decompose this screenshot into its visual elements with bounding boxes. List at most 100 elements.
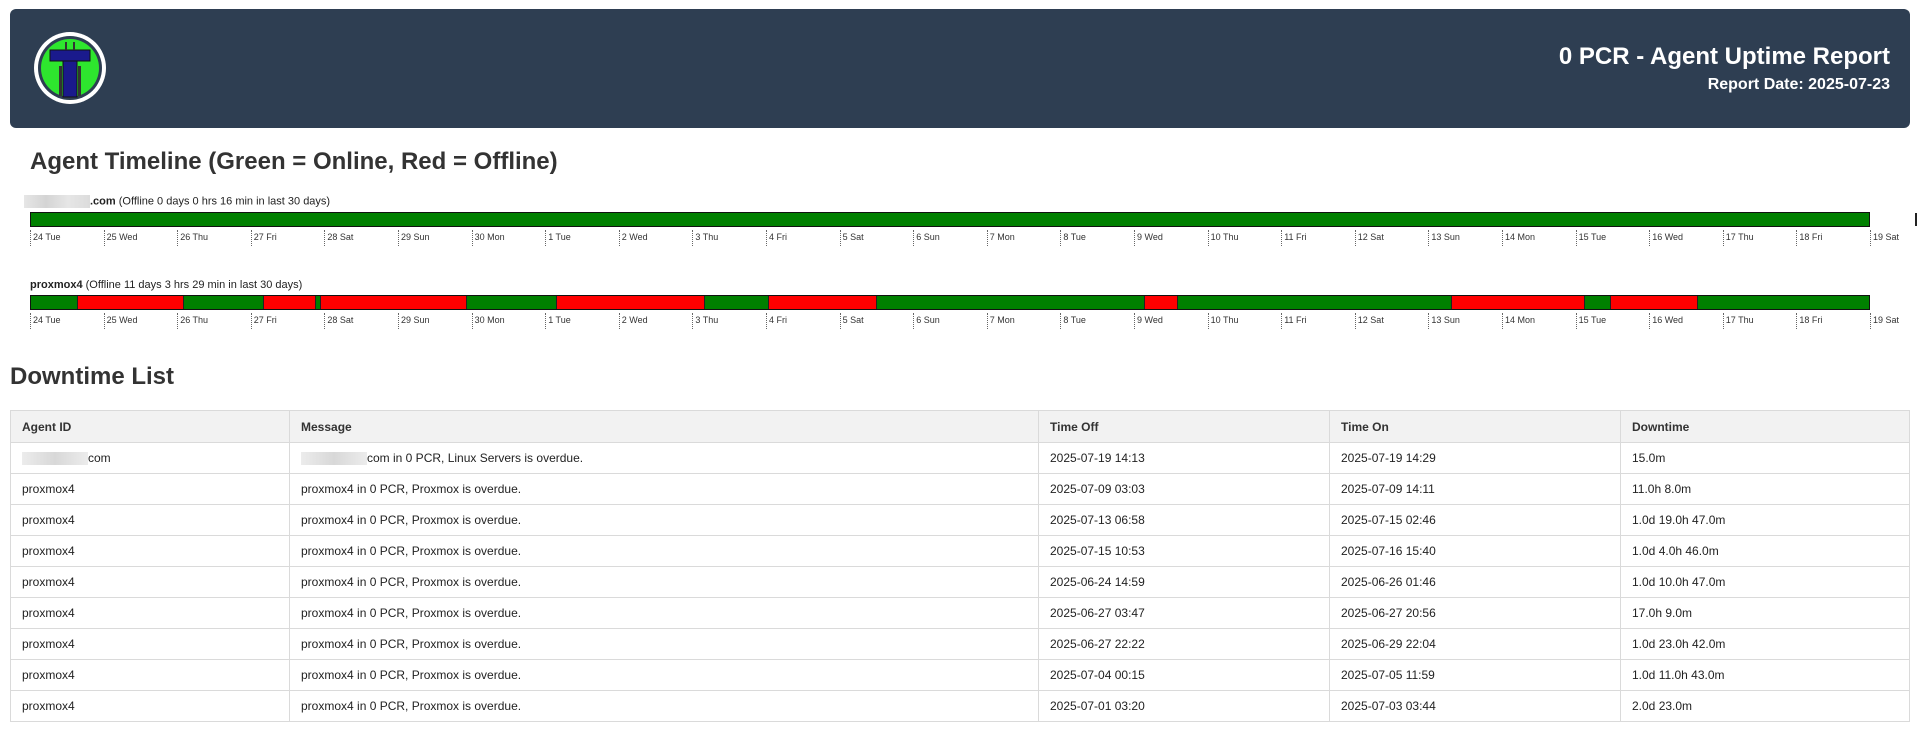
day-tick-label: 18 Fri [1796, 230, 1822, 246]
cell-time-off-text: 2025-06-27 22:22 [1050, 637, 1145, 651]
day-tick-label: 16 Wed [1649, 230, 1683, 246]
day-tick-label: 12 Sat [1354, 313, 1384, 329]
cell-time-off-text: 2025-07-19 14:13 [1050, 451, 1145, 465]
cell-message: proxmox4 in 0 PCR, Proxmox is overdue. [289, 535, 1039, 567]
cell-time-on-text: 2025-07-05 11:59 [1341, 668, 1435, 682]
cell-time-off: 2025-07-01 03:20 [1038, 690, 1330, 722]
day-tick-label: 5 Sat [839, 230, 864, 246]
cell-message: proxmox4 in 0 PCR, Proxmox is overdue. [289, 690, 1039, 722]
timeline-axis: 24 Tue 25 Wed 26 Thu 27 Fri 28 Sat 29 Sun 30 M… [30, 230, 1899, 248]
cell-agent-id: proxmox4 [10, 628, 290, 660]
day-tick-label: 11 Fri [1281, 230, 1307, 246]
cell-agent-id: proxmox4 [10, 597, 290, 629]
day-tick-label: 10 Thu [1207, 313, 1238, 329]
table-row: proxmox4 proxmox4 in 0 PCR, Proxmox is ov… [10, 628, 1910, 660]
cell-downtime-text: 1.0d 10.0h 47.0m [1632, 575, 1726, 589]
day-tick-label: 8 Tue [1060, 230, 1086, 246]
cell-downtime-text: 1.0d 23.0h 42.0m [1632, 637, 1726, 651]
agent-summary-1: (Offline 0 days 0 hrs 16 min in last 30 … [118, 195, 331, 208]
timeline-title: Agent Timeline (Green = Online, Red = Of… [30, 148, 558, 175]
cell-time-on-text: 2025-06-27 20:56 [1341, 606, 1436, 620]
day-tick-label: 13 Sun [1428, 313, 1460, 329]
cell-agent-id-text: proxmox4 [22, 668, 75, 682]
downtime-list-title: Downtime List [10, 363, 175, 390]
table-row: proxmox4 proxmox4 in 0 PCR, Proxmox is ov… [10, 473, 1910, 505]
day-tick-label: 27 Fri [250, 230, 277, 246]
day-tick-label: 3 Thu [692, 313, 718, 329]
day-tick-label: 28 Sat [324, 230, 353, 246]
cell-time-off-text: 2025-07-13 06:58 [1050, 513, 1145, 527]
col-header-time-on: Time On [1329, 410, 1621, 443]
day-tick-label: 5 Sat [839, 313, 864, 329]
cell-downtime-text: 1.0d 4.0h 46.0m [1632, 544, 1719, 558]
cell-agent-id: proxmox4 [10, 535, 290, 567]
day-tick-label: 4 Fri [766, 230, 787, 246]
cell-downtime-text: 2.0d 23.0m [1632, 699, 1693, 713]
cell-time-on-text: 2025-06-29 22:04 [1341, 637, 1436, 651]
agent-name-1: .com [90, 195, 116, 208]
cell-time-off: 2025-07-13 06:58 [1038, 504, 1330, 536]
cell-agent-id-text: proxmox4 [22, 606, 75, 620]
report-title: 0 PCR - Agent Uptime Report [1558, 43, 1890, 70]
cell-time-on-text: 2025-07-03 03:44 [1341, 699, 1436, 713]
agent-summary-2: (Offline 11 days 3 hrs 29 min in last 30… [85, 279, 303, 291]
col-header-time-off: Time Off [1038, 410, 1330, 443]
cell-agent-id-text: proxmox4 [22, 637, 75, 651]
cell-downtime-text: 15.0m [1632, 451, 1666, 465]
day-tick-label: 14 Mon [1502, 313, 1535, 329]
cell-time-off: 2025-07-15 10:53 [1038, 535, 1330, 567]
offline-segment [263, 296, 316, 309]
day-tick-label: 9 Wed [1134, 230, 1163, 246]
cell-time-on: 2025-07-19 14:29 [1329, 442, 1621, 474]
cell-message-text: proxmox4 in 0 PCR, Proxmox is overdue. [301, 544, 522, 558]
day-tick-label: 2 Wed [618, 313, 648, 329]
agent-timeline-bar [30, 295, 1870, 310]
cell-time-on-text: 2025-07-16 15:40 [1341, 544, 1436, 558]
offline-segment [1609, 296, 1699, 309]
day-tick-label: 13 Sun [1428, 230, 1460, 246]
cell-time-off-text: 2025-06-27 03:47 [1050, 606, 1145, 620]
table-row: com com in 0 PCR, Linux Servers is overdu… [10, 442, 1910, 474]
cell-message: com in 0 PCR, Linux Servers is overdue. [289, 442, 1039, 474]
cell-time-on-text: 2025-07-15 02:46 [1341, 513, 1436, 527]
cell-agent-id-text: proxmox4 [22, 482, 75, 496]
cell-time-on: 2025-06-29 22:04 [1329, 628, 1621, 660]
day-tick-label: 25 Wed [103, 230, 137, 246]
day-tick-label: 7 Mon [986, 230, 1015, 246]
day-tick-label: 19 Sat [1870, 313, 1899, 329]
cell-message-text: proxmox4 in 0 PCR, Proxmox is overdue. [301, 482, 522, 496]
agent-label-1: .com (Offline 0 days 0 hrs 16 min in las… [24, 195, 331, 208]
table-row: proxmox4 proxmox4 in 0 PCR, Proxmox is ov… [10, 690, 1910, 722]
day-tick-label: 24 Tue [30, 313, 61, 329]
offline-segment [76, 296, 184, 309]
cell-downtime: 1.0d 4.0h 46.0m [1620, 535, 1910, 567]
cell-message-text: proxmox4 in 0 PCR, Proxmox is overdue. [301, 606, 522, 620]
cell-downtime: 15.0m [1620, 442, 1910, 474]
cell-message-text: proxmox4 in 0 PCR, Proxmox is overdue. [301, 575, 522, 589]
cell-time-off-text: 2025-07-01 03:20 [1050, 699, 1145, 713]
day-tick-label: 18 Fri [1796, 313, 1822, 329]
offline-segment [1144, 296, 1179, 309]
day-tick-label: 30 Mon [471, 230, 505, 246]
cell-agent-id: proxmox4 [10, 566, 290, 598]
table-row: proxmox4 proxmox4 in 0 PCR, Proxmox is ov… [10, 566, 1910, 598]
day-tick-label: 28 Sat [324, 313, 353, 329]
cell-time-on: 2025-07-03 03:44 [1329, 690, 1621, 722]
cell-time-on-text: 2025-07-19 14:29 [1341, 451, 1436, 465]
table-row: proxmox4 proxmox4 in 0 PCR, Proxmox is ov… [10, 597, 1910, 629]
day-tick-label: 30 Mon [471, 313, 505, 329]
day-tick-label: 29 Sun [398, 230, 430, 246]
day-tick-label: 8 Tue [1060, 313, 1086, 329]
day-tick-label: 17 Thu [1722, 313, 1754, 329]
day-tick-label: 26 Thu [177, 230, 208, 246]
cell-downtime: 1.0d 11.0h 43.0m [1620, 659, 1910, 691]
day-tick-label: 6 Sun [913, 313, 940, 329]
report-date: Report Date: 2025-07-23 [1707, 76, 1890, 93]
agent-timeline-bar [30, 212, 1917, 227]
offline-segment [1450, 296, 1586, 309]
cell-time-off: 2025-06-27 03:47 [1038, 597, 1330, 629]
cell-time-on: 2025-06-27 20:56 [1329, 597, 1621, 629]
cell-downtime-text: 1.0d 11.0h 43.0m [1632, 668, 1725, 682]
day-tick-label: 17 Thu [1722, 230, 1754, 246]
cell-downtime: 17.0h 9.0m [1620, 597, 1910, 629]
